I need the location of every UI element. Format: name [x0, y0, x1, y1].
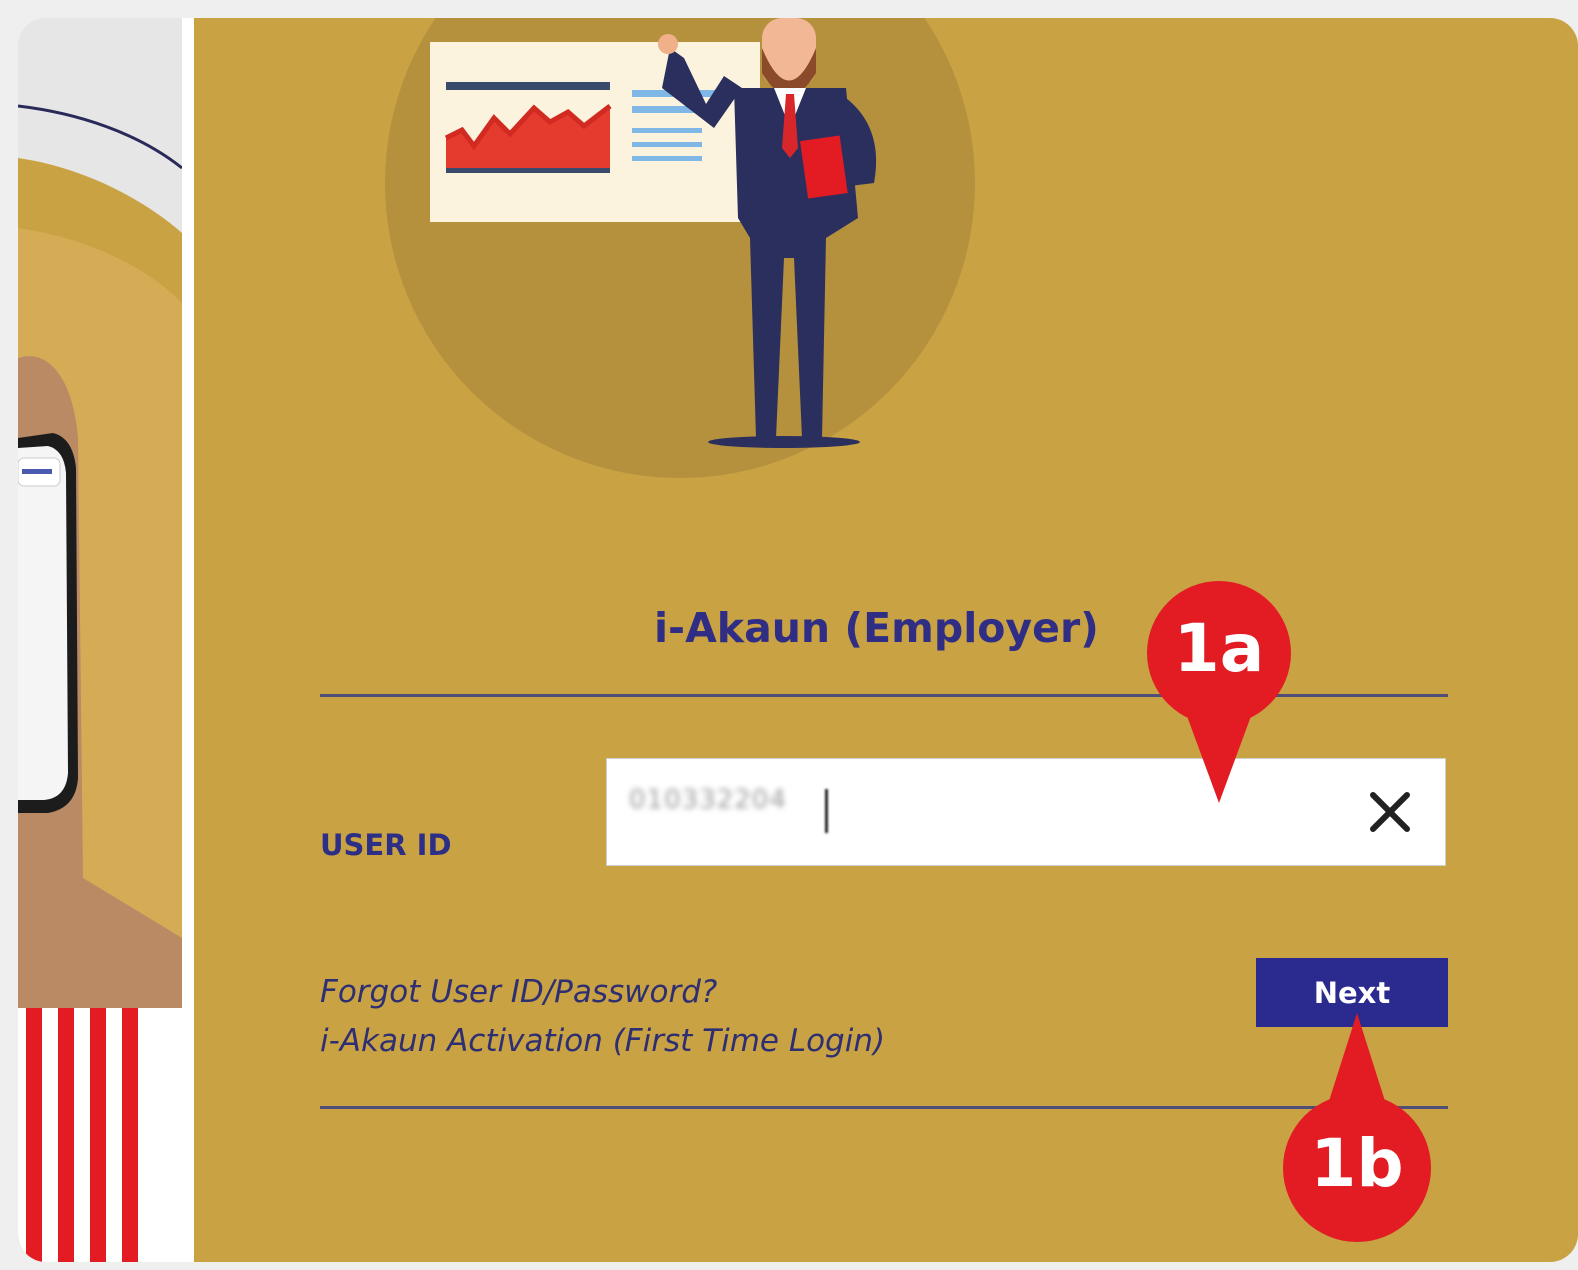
- forgot-credentials-link[interactable]: Forgot User ID/Password?: [320, 968, 885, 1017]
- left-banner-image: [18, 18, 182, 1262]
- presenter-illustration: [385, 18, 975, 478]
- bottom-divider: [320, 1106, 1448, 1109]
- phone-hand-illustration: [18, 18, 182, 1262]
- login-panel: i-Akaun (Employer) USER ID 010332204 For…: [194, 18, 1578, 1262]
- close-icon[interactable]: [1365, 787, 1415, 837]
- annotation-marker-1b: 1b: [1282, 1013, 1432, 1243]
- help-links: Forgot User ID/Password? i-Akaun Activat…: [320, 968, 885, 1066]
- text-caret: [825, 789, 828, 833]
- panel-divider: [182, 18, 194, 1262]
- screenshot-frame: i-Akaun (Employer) USER ID 010332204 For…: [18, 18, 1578, 1262]
- user-id-value: 010332204: [629, 785, 787, 815]
- activation-link[interactable]: i-Akaun Activation (First Time Login): [320, 1017, 885, 1066]
- user-id-input[interactable]: 010332204: [606, 758, 1446, 866]
- marker-1a-label: 1a: [1173, 610, 1265, 687]
- page-title: i-Akaun (Employer): [654, 604, 1099, 652]
- annotation-marker-1a: 1a: [1144, 578, 1294, 808]
- user-id-label: USER ID: [320, 828, 452, 862]
- marker-1b-label: 1b: [1310, 1125, 1404, 1202]
